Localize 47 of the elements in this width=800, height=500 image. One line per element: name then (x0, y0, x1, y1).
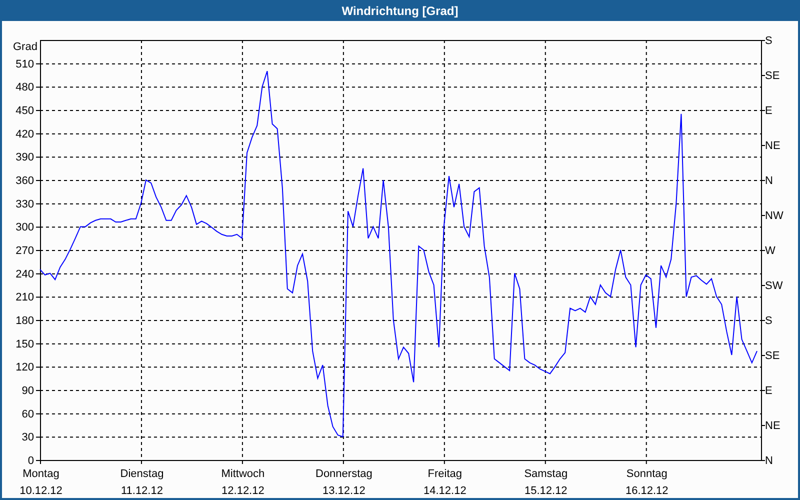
y-tick-label: 0 (28, 455, 34, 467)
y-tick-label: 270 (16, 245, 34, 257)
y-tick-label: 180 (16, 315, 34, 327)
compass-label: W (765, 245, 776, 257)
y-tick-label: 360 (16, 175, 34, 187)
y-tick-label: 60 (22, 408, 34, 420)
compass-label: E (765, 385, 772, 397)
window-title: Windrichtung [Grad] (342, 2, 458, 20)
date-label: 12.12.12 (222, 485, 264, 497)
compass-label: N (765, 175, 773, 187)
compass-label: S (765, 315, 772, 327)
y-tick-label: 390 (16, 152, 34, 164)
date-label: 14.12.12 (424, 485, 466, 497)
date-label: 11.12.12 (120, 485, 163, 497)
y-tick-label: 480 (16, 82, 34, 94)
compass-label: SE (765, 350, 780, 362)
y-axis-title: Grad (13, 41, 38, 53)
y-tick-label: 300 (16, 222, 34, 234)
x-tick-label: Dienstag (120, 468, 164, 480)
compass-label: NE (765, 140, 780, 152)
x-tick-label: Freitag (428, 468, 462, 480)
compass-label: S (765, 35, 772, 47)
x-tick-label: Montag (22, 468, 60, 480)
compass-label: N (765, 455, 773, 467)
x-tick-label: Mittwoch (221, 468, 265, 480)
y-tick-label: 510 (16, 58, 34, 70)
y-tick-label: 150 (16, 338, 34, 350)
y-tick-label: 240 (16, 268, 34, 280)
y-tick-label: 120 (16, 362, 34, 374)
x-tick-label: Donnerstag (316, 468, 372, 480)
y-tick-label: 90 (22, 385, 34, 397)
compass-label: E (765, 105, 772, 117)
x-tick-label: Sonntag (626, 468, 668, 480)
compass-label: SE (765, 70, 780, 82)
compass-label: NW (765, 210, 784, 222)
compass-label: SW (765, 280, 783, 292)
y-tick-label: 30 (22, 432, 34, 444)
y-tick-label: 210 (16, 292, 34, 304)
x-tick-label: Samstag (524, 468, 568, 480)
y-tick-label: 330 (16, 198, 34, 210)
date-label: 13.12.12 (322, 485, 366, 497)
y-tick-label: 420 (16, 128, 34, 140)
date-label: 16.12.12 (625, 485, 668, 497)
date-label: 15.12.12 (524, 485, 568, 497)
date-label: 10.12.12 (20, 485, 62, 497)
compass-label: NE (765, 420, 780, 432)
y-tick-label: 450 (16, 105, 34, 117)
